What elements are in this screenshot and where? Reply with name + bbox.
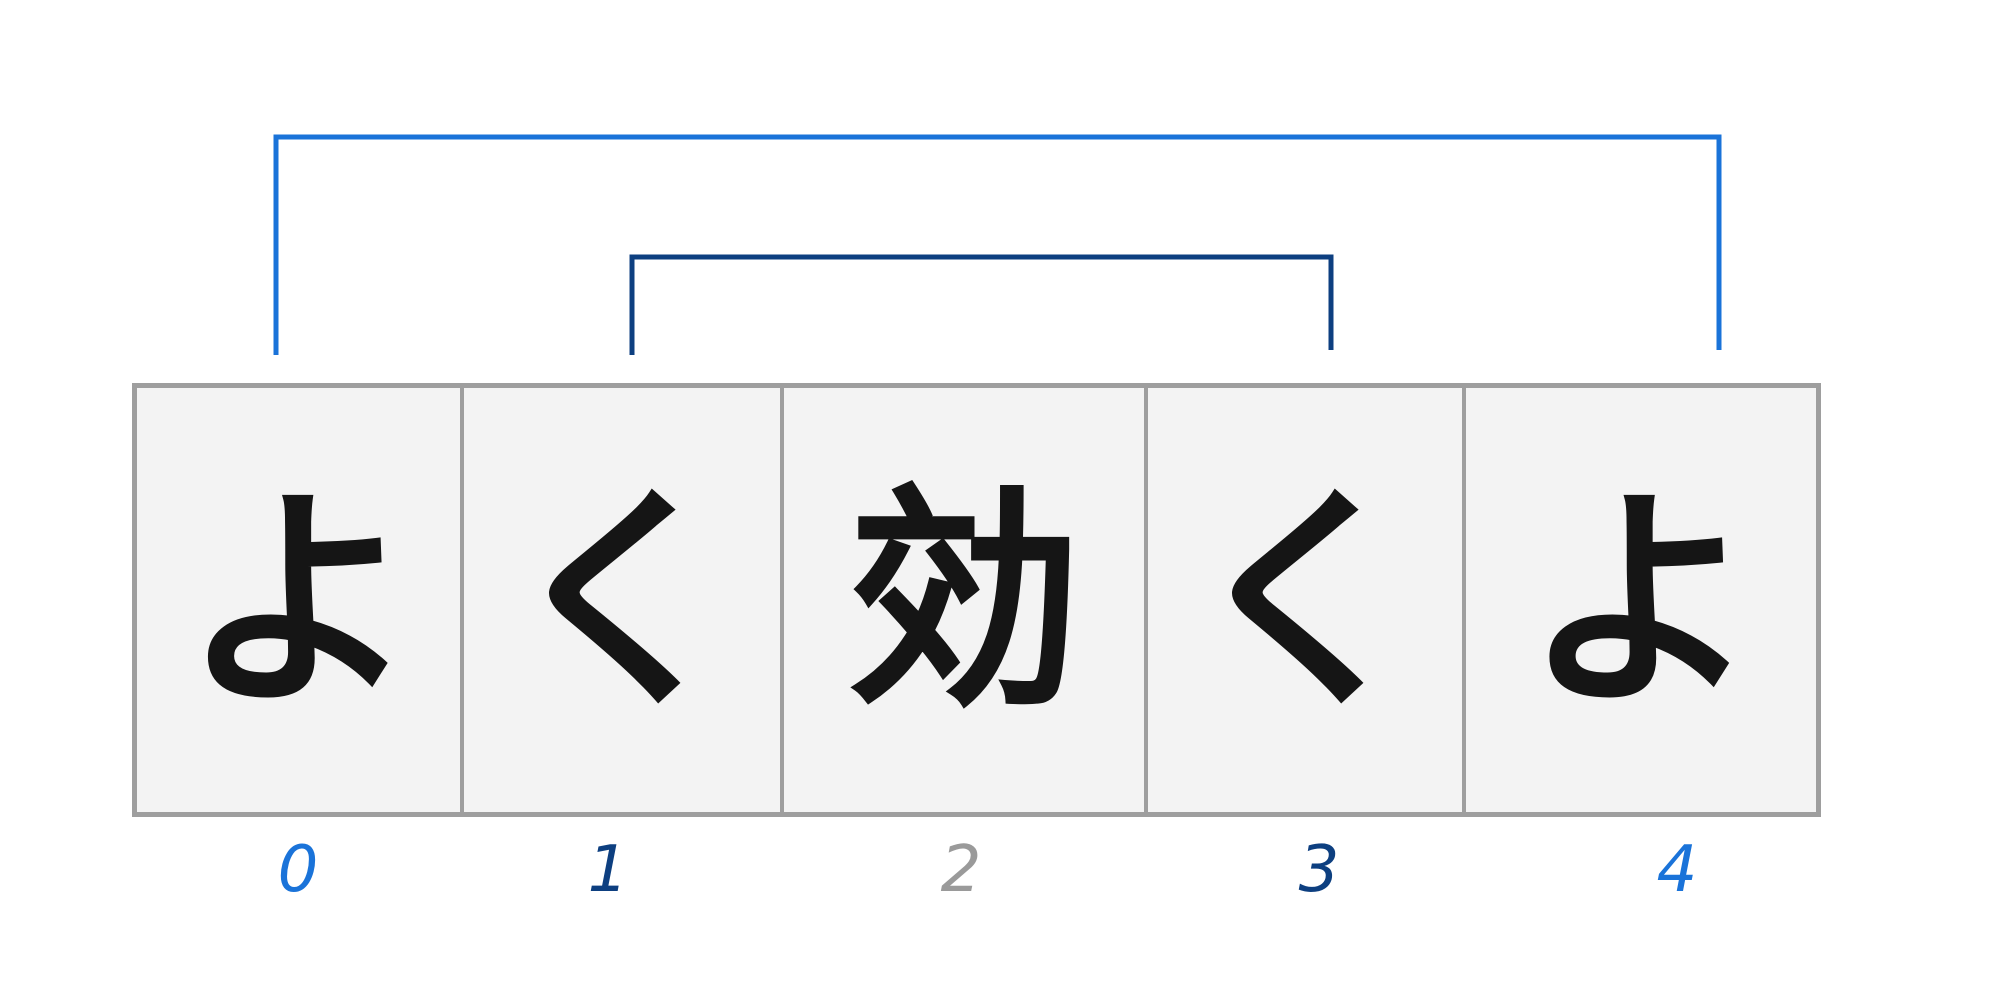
character-strip: よ く 効 く よ (132, 383, 1821, 817)
char-cell-2: 効 (846, 465, 1082, 739)
char-cell-1: く (504, 465, 740, 739)
palindrome-diagram: よ く 効 く よ 0 1 2 3 4 (0, 0, 2015, 1000)
bracket-pair-0-4 (273, 134, 1722, 355)
char-cell-3: く (1187, 465, 1423, 739)
index-label-3: 3 (1298, 833, 1340, 907)
bracket-pair-1-3 (629, 254, 1334, 355)
index-label-0: 0 (277, 833, 319, 907)
index-label-4: 4 (1656, 833, 1698, 907)
char-cell-0: よ (182, 465, 417, 739)
char-cell-4: よ (1523, 465, 1759, 739)
index-label-2: 2 (940, 833, 982, 907)
index-label-1: 1 (587, 833, 629, 907)
